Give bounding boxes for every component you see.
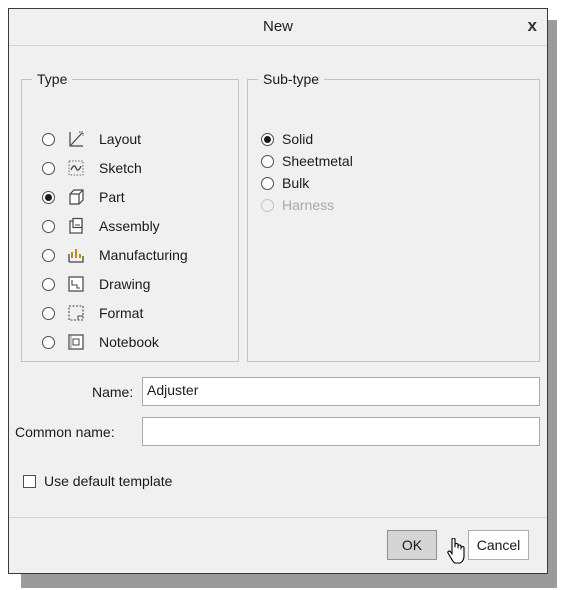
type-option-notebook[interactable]: Notebook <box>42 330 159 354</box>
type-label-sketch: Sketch <box>99 160 142 176</box>
subtype-radio[interactable] <box>261 176 274 190</box>
sketch-icon <box>68 160 84 176</box>
type-radio[interactable] <box>42 306 55 320</box>
type-label-layout: Layout <box>99 131 142 147</box>
type-group-label: Type <box>37 71 68 87</box>
title-bar: New x <box>9 9 547 46</box>
subtype-group-label: Sub-type <box>263 71 320 87</box>
subtype-label-harness: Harness <box>282 197 335 213</box>
use-default-template-label: Use default template <box>44 473 173 489</box>
subtype-option-bulk[interactable]: Bulk <box>261 171 309 195</box>
subtype-option-solid[interactable]: Solid <box>261 127 313 151</box>
subtype-radio-disabled <box>261 198 274 212</box>
notebook-icon <box>68 334 84 350</box>
type-option-part[interactable]: Part <box>42 185 125 209</box>
common-name-field[interactable] <box>142 417 540 446</box>
type-option-drawing[interactable]: Drawing <box>42 272 150 296</box>
type-label-notebook: Notebook <box>99 334 159 350</box>
type-label-part: Part <box>99 189 125 205</box>
subtype-label-solid: Solid <box>282 131 314 147</box>
name-label: Name: <box>92 384 134 400</box>
type-radio[interactable] <box>42 219 55 233</box>
type-radio[interactable] <box>42 161 55 175</box>
subtype-radio-selected[interactable] <box>261 132 274 146</box>
type-option-assembly[interactable]: Assembly <box>42 214 160 238</box>
cancel-button[interactable]: Cancel <box>468 530 529 560</box>
dialog-title: New <box>262 18 293 35</box>
type-label-drawing: Drawing <box>99 276 151 292</box>
type-label-manufacturing: Manufacturing <box>99 247 188 263</box>
layout-icon <box>69 131 84 147</box>
type-option-sketch[interactable]: Sketch <box>42 156 142 180</box>
common-name-label: Common name: <box>15 424 115 440</box>
type-radio-selected[interactable] <box>42 190 55 204</box>
button-separator <box>9 517 547 518</box>
use-default-template-checkbox[interactable] <box>23 475 36 488</box>
manufacturing-icon <box>68 249 84 263</box>
part-icon <box>69 189 84 205</box>
subtype-radio[interactable] <box>261 154 274 168</box>
ok-button[interactable]: OK <box>387 530 437 560</box>
type-radio[interactable] <box>42 248 55 262</box>
assembly-icon <box>69 217 83 234</box>
name-field[interactable]: Adjuster <box>142 377 540 406</box>
drawing-icon <box>68 276 84 292</box>
subtype-label-bulk: Bulk <box>282 175 310 191</box>
subtype-label-sheetmetal: Sheetmetal <box>282 153 353 169</box>
type-label-format: Format <box>99 305 144 321</box>
close-icon[interactable]: x <box>528 16 537 36</box>
mouse-pointer-icon <box>447 538 465 564</box>
new-dialog: New x Type Layout Sketch Part Assembly M… <box>8 8 548 574</box>
type-radio[interactable] <box>42 335 55 349</box>
type-group: Type Layout Sketch Part Assembly Manufac… <box>21 71 239 362</box>
subtype-option-harness: Harness <box>261 193 334 217</box>
type-radio[interactable] <box>42 277 55 291</box>
subtype-group: Sub-type Solid Sheetmetal Bulk Harness <box>247 71 540 362</box>
type-option-manufacturing[interactable]: Manufacturing <box>42 243 188 267</box>
type-option-format[interactable]: Format <box>42 301 143 325</box>
type-option-layout[interactable]: Layout <box>42 127 141 151</box>
subtype-option-sheetmetal[interactable]: Sheetmetal <box>261 149 353 173</box>
type-radio[interactable] <box>42 132 55 146</box>
type-label-assembly: Assembly <box>99 218 160 234</box>
format-icon <box>68 305 84 321</box>
